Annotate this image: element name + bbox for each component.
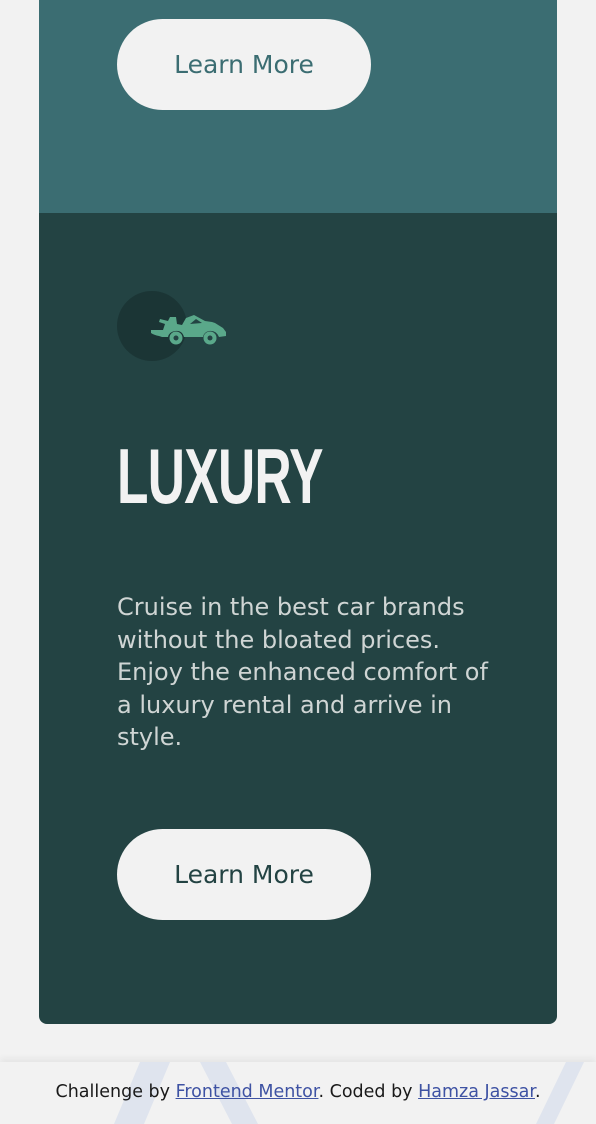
luxury-description: Cruise in the best car brands without th… bbox=[117, 593, 488, 751]
sedans-card: Learn More bbox=[39, 0, 557, 213]
frontend-mentor-link[interactable]: Frontend Mentor bbox=[176, 1082, 319, 1102]
car-icon bbox=[151, 315, 226, 345]
learn-more-button[interactable]: Learn More bbox=[117, 829, 371, 920]
attribution-suffix: . bbox=[534, 1082, 541, 1102]
footer: Challenge by Frontend Mentor. Coded by H… bbox=[0, 1062, 596, 1124]
page: Learn More LUXURY Cruise in the best car… bbox=[0, 0, 596, 1124]
attribution: Challenge by Frontend Mentor. Coded by H… bbox=[0, 1082, 596, 1102]
luxury-heading: LUXURY bbox=[117, 432, 323, 520]
attribution-middle: . Coded by bbox=[318, 1082, 419, 1102]
attribution-prefix: Challenge by bbox=[55, 1082, 176, 1102]
learn-more-button[interactable]: Learn More bbox=[117, 19, 371, 110]
author-link[interactable]: Hamza Jassar bbox=[418, 1082, 535, 1102]
luxury-card: LUXURY Cruise in the best car brands wit… bbox=[39, 213, 557, 1024]
